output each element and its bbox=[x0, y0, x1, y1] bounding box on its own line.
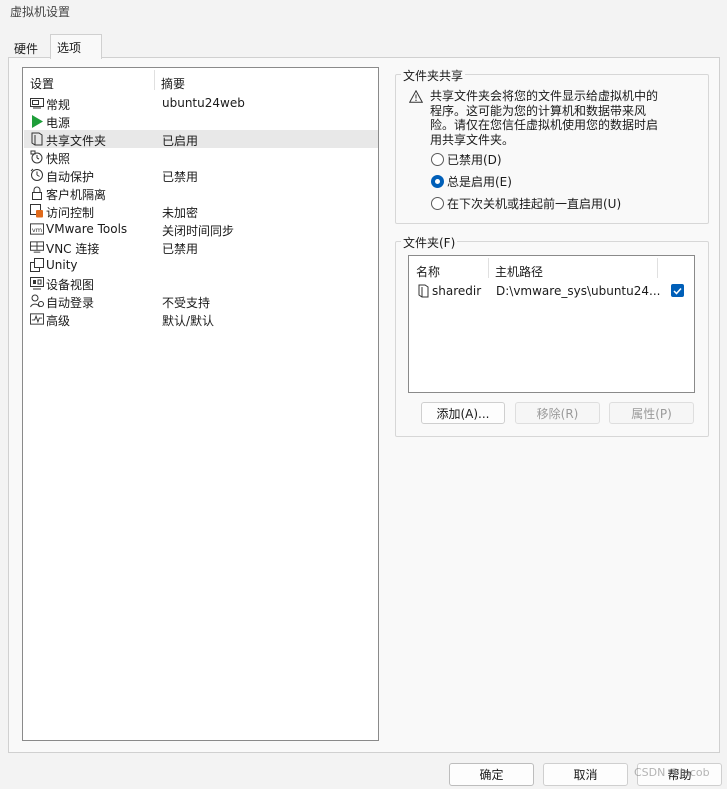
summary-column-header[interactable]: 摘要 bbox=[161, 75, 185, 92]
cancel-button[interactable]: 取消 bbox=[543, 763, 628, 786]
lock-icon bbox=[30, 186, 44, 200]
radio-disabled[interactable]: 已禁用(D) bbox=[431, 151, 502, 167]
svg-text:vm: vm bbox=[32, 226, 42, 234]
radio-button[interactable] bbox=[431, 196, 444, 210]
settings-item-name: Unity bbox=[46, 258, 78, 272]
shared-folder-icon bbox=[30, 132, 44, 146]
settings-item-vmware-tools[interactable]: vm VMware Tools 关闭时间同步 bbox=[24, 220, 378, 238]
settings-item-name: 客户机隔离 bbox=[46, 188, 107, 202]
sharing-warning-text: 共享文件夹会将您的文件显示给虚拟机中的程序。这可能为您的计算机和数据带来风险。请… bbox=[430, 89, 659, 147]
device-view-icon bbox=[30, 276, 44, 290]
radio-always-enabled[interactable]: 总是启用(E) bbox=[431, 173, 512, 189]
folder-properties-button[interactable]: 属性(P) bbox=[609, 402, 694, 424]
warning-icon bbox=[408, 89, 424, 106]
radio-button[interactable] bbox=[431, 152, 444, 166]
radio-label: 总是启用(E) bbox=[447, 174, 512, 189]
column-divider bbox=[657, 258, 658, 278]
folder-host-path: D:\vmware_sys\ubuntu24... bbox=[496, 284, 661, 298]
advanced-icon bbox=[30, 312, 44, 326]
autologin-icon bbox=[30, 294, 44, 308]
settings-item-name: VMware Tools bbox=[46, 222, 128, 236]
settings-item-autologin[interactable]: 自动登录 不受支持 bbox=[24, 292, 378, 310]
vmware-tools-icon: vm bbox=[30, 222, 44, 236]
settings-item-name: VNC 连接 bbox=[46, 242, 100, 256]
settings-list-header: 设置 摘要 bbox=[23, 68, 378, 94]
tab-options[interactable]: 选项 bbox=[50, 34, 102, 59]
settings-item-summary: 不受支持 bbox=[162, 296, 211, 310]
settings-item-name: 自动保护 bbox=[46, 170, 95, 184]
tab-hardware[interactable]: 硬件 bbox=[8, 36, 48, 58]
column-divider bbox=[488, 258, 489, 278]
settings-item-name: 共享文件夹 bbox=[46, 134, 107, 148]
table-row[interactable]: sharedir D:\vmware_sys\ubuntu24... bbox=[410, 282, 694, 300]
radio-enabled-until-poweroff[interactable]: 在下次关机或挂起前一直启用(U) bbox=[431, 195, 621, 211]
settings-item-guest-isolation[interactable]: 客户机隔离 bbox=[24, 184, 378, 202]
settings-item-shared-folders[interactable]: 共享文件夹 已启用 bbox=[24, 130, 378, 148]
general-icon bbox=[30, 96, 44, 110]
folder-name: sharedir bbox=[432, 284, 482, 298]
settings-item-power[interactable]: 电源 bbox=[24, 112, 378, 130]
host-path-column-header[interactable]: 主机路径 bbox=[495, 263, 543, 280]
settings-item-summary: 未加密 bbox=[162, 206, 199, 220]
snapshot-icon bbox=[30, 150, 44, 164]
ok-button[interactable]: 确定 bbox=[449, 763, 534, 786]
settings-item-name: 高级 bbox=[46, 314, 71, 328]
shared-folders-table[interactable]: 名称 主机路径 sharedir D:\vmware_sys\ubuntu24.… bbox=[408, 255, 695, 393]
watermark: CSDN @Jacob bbox=[634, 766, 710, 779]
settings-item-name: 自动登录 bbox=[46, 296, 95, 310]
column-divider bbox=[154, 70, 155, 90]
settings-item-access-control[interactable]: 访问控制 未加密 bbox=[24, 202, 378, 220]
settings-item-device-view[interactable]: 设备视图 bbox=[24, 274, 378, 292]
folders-title: 文件夹(F) bbox=[401, 234, 458, 251]
window-title: 虚拟机设置 bbox=[0, 0, 727, 28]
radio-label: 已禁用(D) bbox=[447, 152, 502, 167]
settings-item-vnc[interactable]: VNC 连接 已禁用 bbox=[24, 238, 378, 256]
settings-item-unity[interactable]: Unity bbox=[24, 256, 378, 274]
settings-item-summary: 关闭时间同步 bbox=[162, 224, 235, 238]
settings-item-summary: 已禁用 bbox=[162, 242, 199, 256]
settings-item-name: 电源 bbox=[46, 116, 71, 130]
settings-item-name: 常规 bbox=[46, 98, 71, 112]
settings-item-name: 快照 bbox=[46, 152, 71, 166]
settings-item-summary: 默认/默认 bbox=[162, 314, 215, 328]
radio-button[interactable] bbox=[431, 174, 444, 188]
settings-item-summary: ubuntu24web bbox=[162, 96, 245, 110]
power-play-icon bbox=[30, 114, 44, 128]
settings-item-advanced[interactable]: 高级 默认/默认 bbox=[24, 310, 378, 328]
settings-item-name: 访问控制 bbox=[46, 206, 95, 220]
settings-item-summary: 已禁用 bbox=[162, 170, 199, 184]
unity-icon bbox=[30, 258, 44, 272]
vnc-icon bbox=[30, 240, 44, 254]
folder-sharing-title: 文件夹共享 bbox=[401, 67, 466, 84]
settings-column-header[interactable]: 设置 bbox=[30, 75, 54, 92]
settings-item-snapshots[interactable]: 快照 bbox=[24, 148, 378, 166]
autoprotect-icon bbox=[30, 168, 44, 182]
radio-label: 在下次关机或挂起前一直启用(U) bbox=[447, 196, 622, 211]
settings-item-autoprotect[interactable]: 自动保护 已禁用 bbox=[24, 166, 378, 184]
folder-enabled-checkbox[interactable] bbox=[671, 284, 684, 297]
settings-list[interactable]: 设置 摘要 常规 ubuntu24web 电源 共享文件夹 已启用 快照 自动保… bbox=[22, 67, 379, 741]
access-control-icon bbox=[30, 204, 44, 218]
settings-item-summary: 已启用 bbox=[162, 134, 199, 148]
shared-folder-icon bbox=[418, 284, 429, 301]
remove-folder-button[interactable]: 移除(R) bbox=[515, 402, 600, 424]
add-folder-button[interactable]: 添加(A)... bbox=[421, 402, 505, 424]
name-column-header[interactable]: 名称 bbox=[416, 263, 440, 280]
settings-item-general[interactable]: 常规 ubuntu24web bbox=[24, 94, 378, 112]
settings-item-name: 设备视图 bbox=[46, 278, 95, 292]
